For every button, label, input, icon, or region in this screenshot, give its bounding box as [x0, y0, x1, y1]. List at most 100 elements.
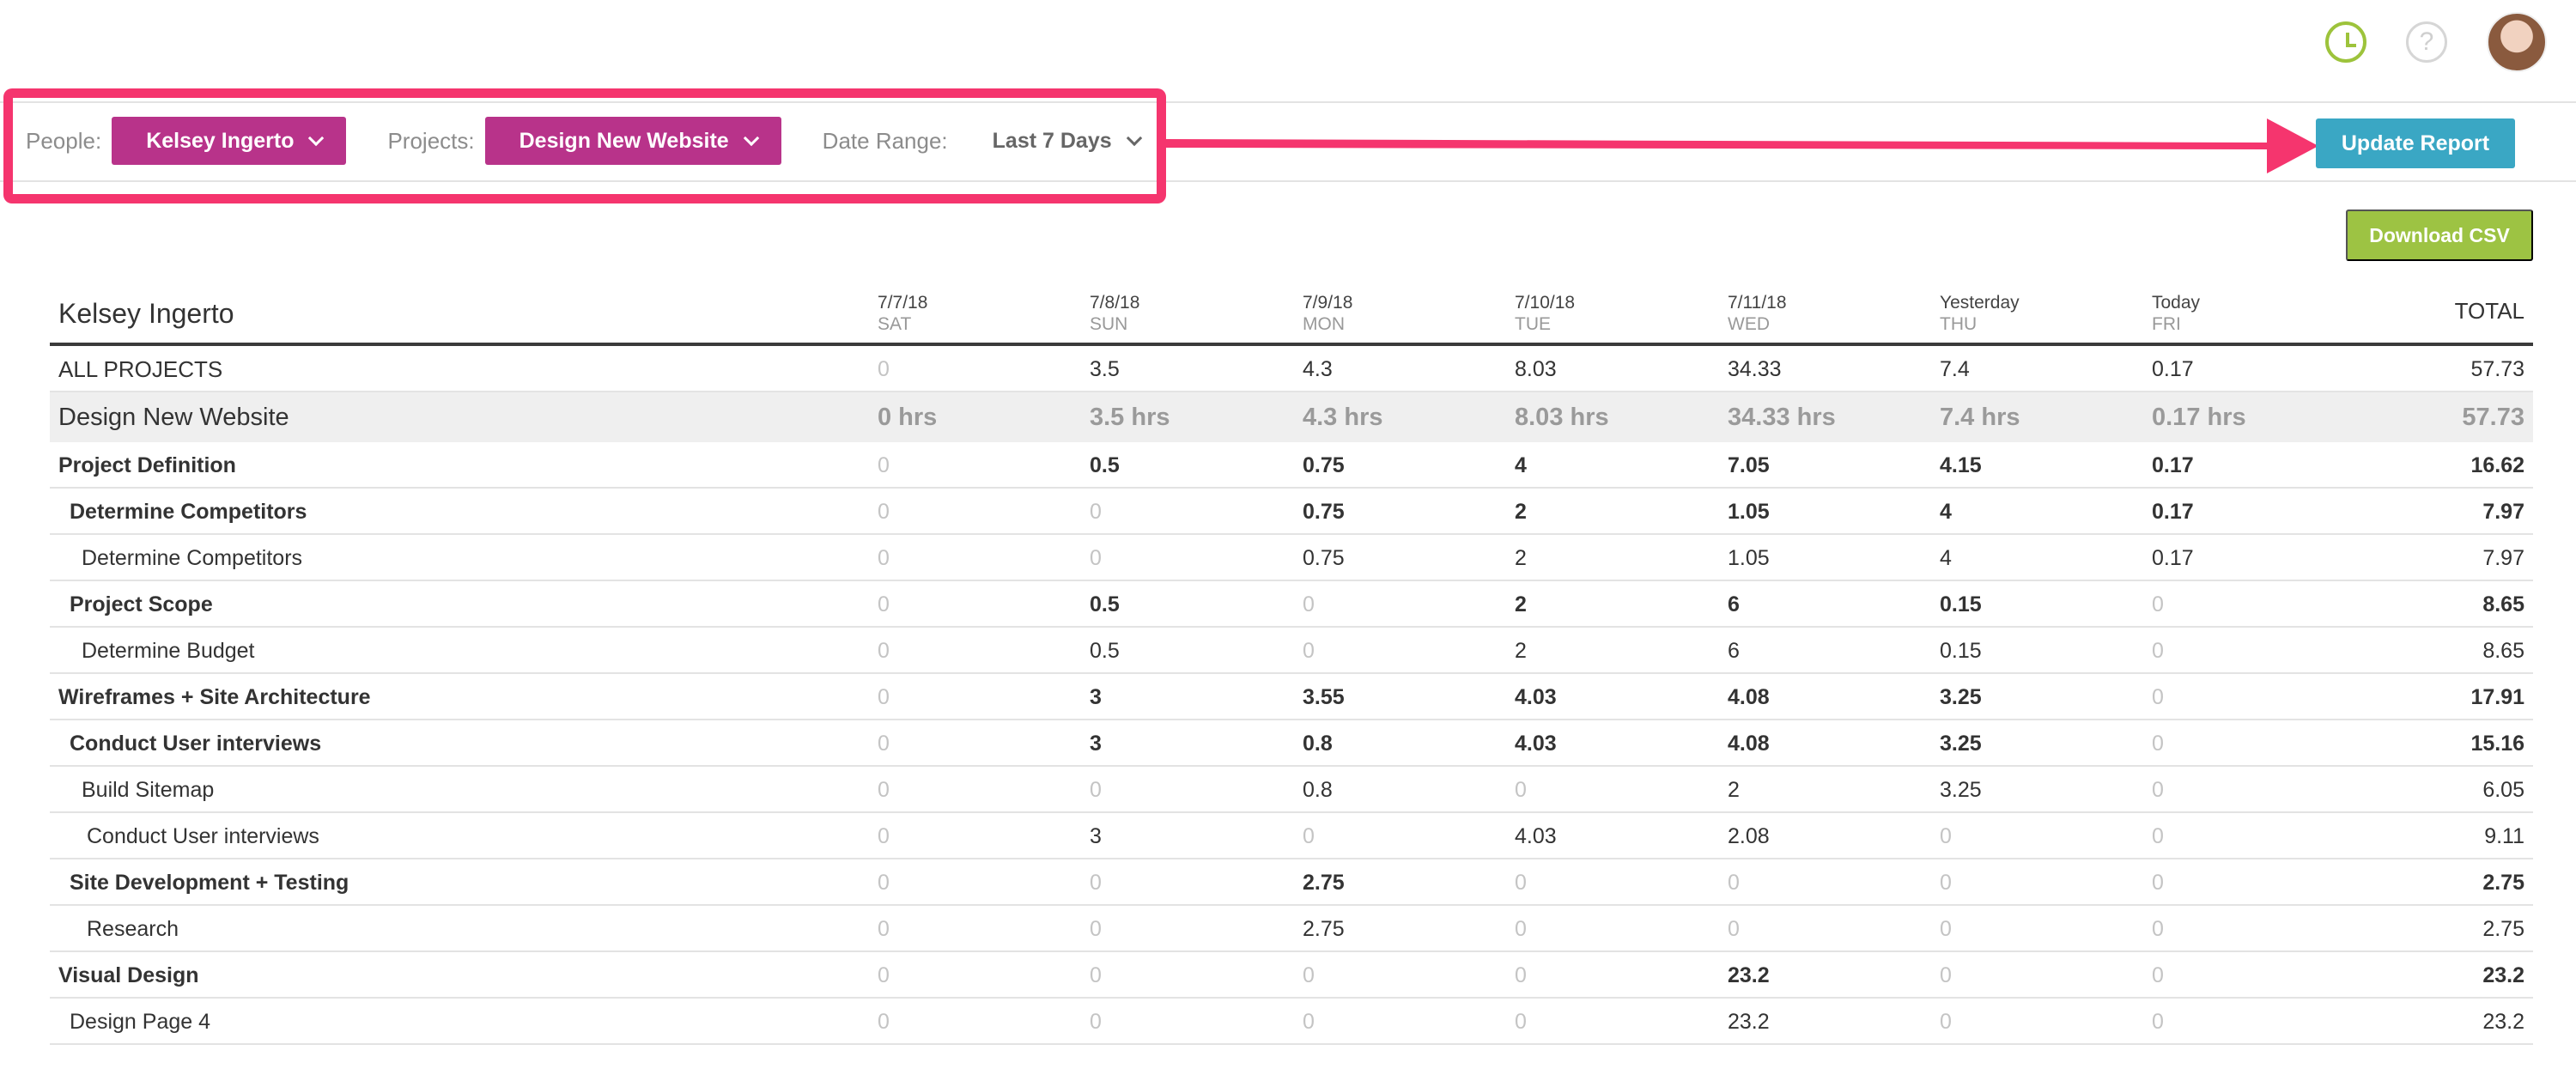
cell-value: 0	[1728, 870, 1740, 895]
cell-value: 4.3	[1303, 356, 1333, 381]
table-body: ALL PROJECTS 0 3.5 4.3 8.03 34.33 7.4 0.17 57.73…	[50, 346, 2533, 1045]
table-row: Research 0 0 2.75 0 0 0 0 2.75	[50, 906, 2533, 952]
row-name: Conduct User interviews	[87, 823, 319, 848]
cell-value: 0.17	[2152, 499, 2194, 524]
cell-value: 8.03	[1515, 356, 1557, 381]
cell-value: 0	[1090, 916, 1102, 941]
cell-value: 4	[1515, 452, 1527, 477]
cell-value: 0	[1303, 1009, 1315, 1034]
row-name: Determine Competitors	[82, 545, 303, 570]
cell-value: 0	[878, 731, 890, 756]
cell-value: 3.5 hrs	[1090, 403, 1170, 431]
cell-value: 0	[1515, 963, 1527, 987]
table-row: ALL PROJECTS 0 3.5 4.3 8.03 34.33 7.4 0.17 57.73	[50, 346, 2533, 392]
cell-value: 0	[2152, 823, 2164, 848]
cell-value: 2	[1515, 638, 1527, 663]
cell-value: 2	[1515, 545, 1527, 570]
cell-value: 0.5	[1090, 592, 1120, 616]
column-weekday: THU	[1940, 314, 1978, 334]
row-total: 15.16	[2470, 731, 2524, 756]
cell-value: 0	[878, 823, 890, 848]
cell-value: 0.17	[2152, 452, 2194, 477]
table-row: Design Page 4 0 0 0 0 23.2 0 0 23.2	[50, 999, 2533, 1045]
cell-value: 0	[878, 684, 890, 709]
column-date: 7/7/18	[878, 293, 928, 313]
cell-value: 0.17 hrs	[2152, 403, 2246, 431]
cell-value: 0	[1515, 916, 1527, 941]
row-total: 2.75	[2482, 916, 2524, 941]
cell-value: 0.75	[1303, 452, 1345, 477]
table-row: Build Sitemap 0 0 0.8 0 2 3.25 0 6.05	[50, 767, 2533, 813]
cell-value: 0	[878, 638, 890, 663]
column-weekday: WED	[1728, 314, 1770, 334]
cell-value: 0	[878, 356, 890, 381]
row-total: 23.2	[2482, 963, 2524, 987]
column-header: 7/7/18 SAT	[878, 292, 927, 335]
cell-value: 3	[1090, 684, 1102, 709]
column-weekday: MON	[1303, 314, 1345, 334]
row-total: 23.2	[2482, 1009, 2524, 1034]
cell-value: 0.8	[1303, 731, 1333, 756]
cell-value: 6	[1728, 592, 1740, 616]
cell-value: 4.03	[1515, 684, 1557, 709]
column-date: Yesterday	[1940, 293, 2020, 313]
row-name: Wireframes + Site Architecture	[58, 684, 371, 709]
cell-value: 0	[1940, 963, 1952, 987]
row-total: 7.97	[2482, 545, 2524, 570]
cell-value: 0	[1090, 545, 1102, 570]
cell-value: 4.03	[1515, 823, 1557, 848]
row-name: Site Development + Testing	[70, 870, 349, 895]
column-date: 7/9/18	[1303, 293, 1353, 313]
cell-value: 0	[878, 870, 890, 895]
row-name: Design New Website	[58, 403, 289, 431]
cell-value: 2	[1515, 499, 1527, 524]
cell-value: 0	[2152, 638, 2164, 663]
cell-value: 34.33 hrs	[1728, 403, 1836, 431]
cell-value: 8.03 hrs	[1515, 403, 1609, 431]
column-header: 7/8/18 SUN	[1090, 292, 1139, 335]
row-name: Design Page 4	[70, 1009, 211, 1034]
cell-value: 3.25	[1940, 731, 1982, 756]
cell-value: 23.2	[1728, 963, 1770, 987]
table-row: Project Scope 0 0.5 0 2 6 0.15 0 8.65	[50, 581, 2533, 628]
cell-value: 0	[1090, 870, 1102, 895]
cell-value: 3.5	[1090, 356, 1120, 381]
cell-value: 3.25	[1940, 684, 1982, 709]
cell-value: 0	[2152, 963, 2164, 987]
table-row: Determine Competitors 0 0 0.75 2 1.05 4 0.17 7.9…	[50, 489, 2533, 535]
cell-value: 7.05	[1728, 452, 1770, 477]
column-header: Yesterday THU	[1940, 292, 2020, 335]
cell-value: 0.75	[1303, 499, 1345, 524]
cell-value: 0	[1090, 499, 1102, 524]
cell-value: 0	[1090, 1009, 1102, 1034]
cell-value: 0.8	[1303, 777, 1333, 802]
cell-value: 0	[1940, 823, 1952, 848]
cell-value: 0	[878, 452, 890, 477]
download-csv-button[interactable]: Download CSV	[2346, 210, 2533, 261]
row-name: Conduct User interviews	[70, 731, 322, 756]
cell-value: 0.5	[1090, 452, 1120, 477]
cell-value: 3	[1090, 823, 1102, 848]
row-total: 57.73	[2470, 356, 2524, 381]
row-name: Determine Competitors	[70, 499, 307, 524]
update-report-button[interactable]: Update Report	[2316, 118, 2515, 168]
person-name: Kelsey Ingerto	[58, 298, 234, 329]
annotation-arrow	[1166, 118, 2318, 173]
cell-value: 0	[2152, 777, 2164, 802]
column-weekday: SAT	[878, 314, 912, 334]
cell-value: 0	[1515, 777, 1527, 802]
table-row: Design New Website 0 hrs 3.5 hrs 4.3 hrs 8.0…	[50, 392, 2533, 442]
cell-value: 4.03	[1515, 731, 1557, 756]
cell-value: 0	[2152, 592, 2164, 616]
table-row: Wireframes + Site Architecture 0 3 3.55 4.03…	[50, 674, 2533, 720]
cell-value: 4.15	[1940, 452, 1982, 477]
cell-value: 4	[1940, 499, 1952, 524]
column-date: 7/11/18	[1728, 293, 1787, 313]
row-name: Project Definition	[58, 452, 236, 477]
cell-value: 7.4 hrs	[1940, 403, 2020, 431]
row-name: Determine Budget	[82, 638, 255, 663]
column-date: 7/8/18	[1090, 293, 1140, 313]
cell-value: 0	[2152, 916, 2164, 941]
row-total: 16.62	[2470, 452, 2524, 477]
cell-value: 2.75	[1303, 870, 1345, 895]
